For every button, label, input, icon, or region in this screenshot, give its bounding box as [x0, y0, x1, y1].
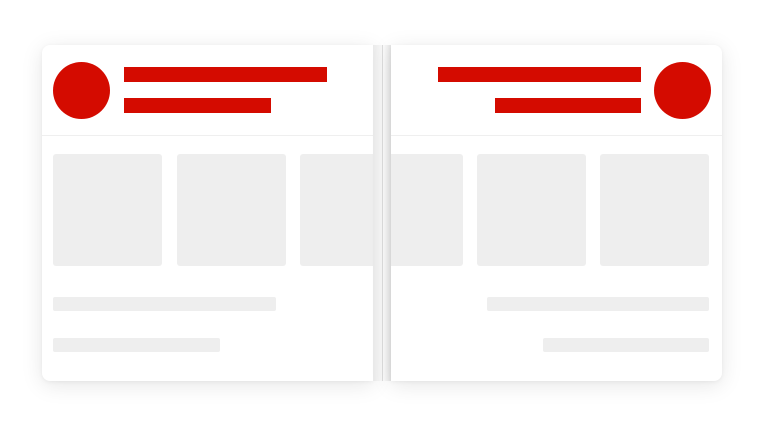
left-subtitle-bar [124, 98, 271, 113]
right-tile-1[interactable] [391, 154, 463, 266]
left-subtitle-text [124, 98, 125, 99]
left-header-divider [42, 135, 373, 136]
right-tile-2[interactable] [477, 154, 586, 266]
left-avatar[interactable] [53, 62, 110, 119]
right-text-line-1 [487, 297, 709, 311]
right-subtitle-text [495, 98, 496, 99]
right-text-line-2 [543, 338, 709, 352]
right-tile-3[interactable] [600, 154, 709, 266]
left-title-text [124, 67, 125, 68]
left-tile-2[interactable] [177, 154, 286, 266]
left-tile-1[interactable] [53, 154, 162, 266]
fold-line [382, 45, 383, 381]
foldable-screen-wireframe [0, 0, 767, 424]
right-title-text [438, 67, 439, 68]
right-avatar[interactable] [654, 62, 711, 119]
left-panel [42, 45, 373, 381]
right-panel [391, 45, 722, 381]
left-tile-3[interactable] [300, 154, 373, 266]
right-title-bar [438, 67, 641, 82]
right-subtitle-bar [495, 98, 641, 113]
right-header-divider [391, 135, 722, 136]
left-title-bar [124, 67, 327, 82]
left-text-line-1 [53, 297, 276, 311]
fold-hinge [373, 45, 391, 381]
left-text-line-2 [53, 338, 220, 352]
